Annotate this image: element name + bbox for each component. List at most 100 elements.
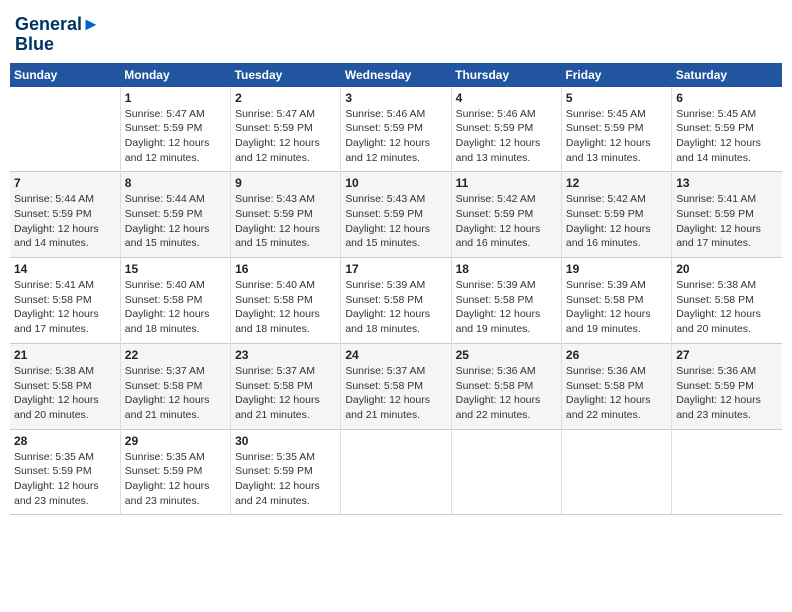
day-info: Sunrise: 5:46 AM Sunset: 5:59 PM Dayligh… (456, 107, 557, 166)
calendar-cell (672, 429, 782, 515)
day-number: 11 (456, 176, 557, 190)
logo-text: General►Blue (15, 15, 100, 55)
day-info: Sunrise: 5:42 AM Sunset: 5:59 PM Dayligh… (566, 192, 667, 251)
day-number: 30 (235, 434, 336, 448)
calendar-cell: 5 Sunrise: 5:45 AM Sunset: 5:59 PM Daylig… (561, 87, 671, 172)
calendar-cell: 16 Sunrise: 5:40 AM Sunset: 5:58 PM Dayli… (231, 258, 341, 344)
day-info: Sunrise: 5:39 AM Sunset: 5:58 PM Dayligh… (456, 278, 557, 337)
day-number: 23 (235, 348, 336, 362)
calendar-cell: 10 Sunrise: 5:43 AM Sunset: 5:59 PM Dayli… (341, 172, 451, 258)
day-number: 1 (125, 91, 226, 105)
calendar-cell: 6 Sunrise: 5:45 AM Sunset: 5:59 PM Daylig… (672, 87, 782, 172)
calendar-cell: 1 Sunrise: 5:47 AM Sunset: 5:59 PM Daylig… (120, 87, 230, 172)
day-number: 10 (345, 176, 446, 190)
day-info: Sunrise: 5:40 AM Sunset: 5:58 PM Dayligh… (235, 278, 336, 337)
day-info: Sunrise: 5:35 AM Sunset: 5:59 PM Dayligh… (14, 450, 116, 509)
calendar-cell: 8Sunrise: 5:44 AM Sunset: 5:59 PM Daylig… (120, 172, 230, 258)
calendar-cell: 7 Sunrise: 5:44 AM Sunset: 5:59 PM Daylig… (10, 172, 120, 258)
day-info: Sunrise: 5:39 AM Sunset: 5:58 PM Dayligh… (345, 278, 446, 337)
calendar-cell: 3Sunrise: 5:46 AM Sunset: 5:59 PM Daylig… (341, 87, 451, 172)
calendar-cell: 23 Sunrise: 5:37 AM Sunset: 5:58 PM Dayli… (231, 343, 341, 429)
column-header-tuesday: Tuesday (231, 63, 341, 87)
week-row-2: 7 Sunrise: 5:44 AM Sunset: 5:59 PM Daylig… (10, 172, 782, 258)
calendar-cell: 9 Sunrise: 5:43 AM Sunset: 5:59 PM Daylig… (231, 172, 341, 258)
day-info: Sunrise: 5:47 AM Sunset: 5:59 PM Dayligh… (125, 107, 226, 166)
day-info: Sunrise: 5:45 AM Sunset: 5:59 PM Dayligh… (566, 107, 667, 166)
day-number: 6 (676, 91, 778, 105)
calendar-cell: 12 Sunrise: 5:42 AM Sunset: 5:59 PM Dayli… (561, 172, 671, 258)
calendar-cell: 2 Sunrise: 5:47 AM Sunset: 5:59 PM Daylig… (231, 87, 341, 172)
day-info: Sunrise: 5:42 AM Sunset: 5:59 PM Dayligh… (456, 192, 557, 251)
calendar-cell: 29Sunrise: 5:35 AM Sunset: 5:59 PM Dayli… (120, 429, 230, 515)
column-header-saturday: Saturday (672, 63, 782, 87)
calendar-cell: 28 Sunrise: 5:35 AM Sunset: 5:59 PM Dayli… (10, 429, 120, 515)
column-header-thursday: Thursday (451, 63, 561, 87)
calendar-cell: 24 Sunrise: 5:37 AM Sunset: 5:58 PM Dayli… (341, 343, 451, 429)
day-info: Sunrise: 5:36 AM Sunset: 5:58 PM Dayligh… (566, 364, 667, 423)
calendar-cell: 11 Sunrise: 5:42 AM Sunset: 5:59 PM Dayli… (451, 172, 561, 258)
calendar-cell: 4 Sunrise: 5:46 AM Sunset: 5:59 PM Daylig… (451, 87, 561, 172)
column-header-sunday: Sunday (10, 63, 120, 87)
day-number: 29 (125, 434, 226, 448)
calendar-table: SundayMondayTuesdayWednesdayThursdayFrid… (10, 63, 782, 516)
day-number: 25 (456, 348, 557, 362)
day-number: 26 (566, 348, 667, 362)
day-info: Sunrise: 5:41 AM Sunset: 5:59 PM Dayligh… (676, 192, 778, 251)
calendar-cell: 21 Sunrise: 5:38 AM Sunset: 5:58 PM Dayli… (10, 343, 120, 429)
day-number: 22 (125, 348, 226, 362)
day-info: Sunrise: 5:41 AM Sunset: 5:58 PM Dayligh… (14, 278, 116, 337)
calendar-cell: 19Sunrise: 5:39 AM Sunset: 5:58 PM Dayli… (561, 258, 671, 344)
day-info: Sunrise: 5:40 AM Sunset: 5:58 PM Dayligh… (125, 278, 226, 337)
day-number: 16 (235, 262, 336, 276)
calendar-cell: 27 Sunrise: 5:36 AM Sunset: 5:59 PM Dayli… (672, 343, 782, 429)
day-number: 7 (14, 176, 116, 190)
day-info: Sunrise: 5:39 AM Sunset: 5:58 PM Dayligh… (566, 278, 667, 337)
day-info: Sunrise: 5:44 AM Sunset: 5:59 PM Dayligh… (125, 192, 226, 251)
day-number: 4 (456, 91, 557, 105)
day-number: 3 (345, 91, 446, 105)
week-row-3: 14Sunrise: 5:41 AM Sunset: 5:58 PM Dayli… (10, 258, 782, 344)
calendar-cell (451, 429, 561, 515)
day-number: 27 (676, 348, 778, 362)
page-header: General►Blue (10, 10, 782, 55)
calendar-cell: 30 Sunrise: 5:35 AM Sunset: 5:59 PM Dayli… (231, 429, 341, 515)
calendar-cell (341, 429, 451, 515)
calendar-cell: 25 Sunrise: 5:36 AM Sunset: 5:58 PM Dayli… (451, 343, 561, 429)
day-info: Sunrise: 5:37 AM Sunset: 5:58 PM Dayligh… (345, 364, 446, 423)
calendar-cell: 13 Sunrise: 5:41 AM Sunset: 5:59 PM Dayli… (672, 172, 782, 258)
day-number: 2 (235, 91, 336, 105)
calendar-cell: 15 Sunrise: 5:40 AM Sunset: 5:58 PM Dayli… (120, 258, 230, 344)
day-info: Sunrise: 5:35 AM Sunset: 5:59 PM Dayligh… (235, 450, 336, 509)
day-info: Sunrise: 5:44 AM Sunset: 5:59 PM Dayligh… (14, 192, 116, 251)
day-number: 18 (456, 262, 557, 276)
day-info: Sunrise: 5:36 AM Sunset: 5:59 PM Dayligh… (676, 364, 778, 423)
day-info: Sunrise: 5:38 AM Sunset: 5:58 PM Dayligh… (14, 364, 116, 423)
day-info: Sunrise: 5:37 AM Sunset: 5:58 PM Dayligh… (125, 364, 226, 423)
week-row-1: 1 Sunrise: 5:47 AM Sunset: 5:59 PM Daylig… (10, 87, 782, 172)
day-number: 13 (676, 176, 778, 190)
day-number: 28 (14, 434, 116, 448)
calendar-header-row: SundayMondayTuesdayWednesdayThursdayFrid… (10, 63, 782, 87)
column-header-monday: Monday (120, 63, 230, 87)
day-number: 9 (235, 176, 336, 190)
day-number: 15 (125, 262, 226, 276)
day-number: 21 (14, 348, 116, 362)
day-info: Sunrise: 5:38 AM Sunset: 5:58 PM Dayligh… (676, 278, 778, 337)
day-number: 24 (345, 348, 446, 362)
day-info: Sunrise: 5:45 AM Sunset: 5:59 PM Dayligh… (676, 107, 778, 166)
day-info: Sunrise: 5:37 AM Sunset: 5:58 PM Dayligh… (235, 364, 336, 423)
column-header-wednesday: Wednesday (341, 63, 451, 87)
day-info: Sunrise: 5:47 AM Sunset: 5:59 PM Dayligh… (235, 107, 336, 166)
calendar-cell: 18 Sunrise: 5:39 AM Sunset: 5:58 PM Dayli… (451, 258, 561, 344)
week-row-4: 21 Sunrise: 5:38 AM Sunset: 5:58 PM Dayli… (10, 343, 782, 429)
day-number: 17 (345, 262, 446, 276)
day-info: Sunrise: 5:36 AM Sunset: 5:58 PM Dayligh… (456, 364, 557, 423)
calendar-cell: 22 Sunrise: 5:37 AM Sunset: 5:58 PM Dayli… (120, 343, 230, 429)
calendar-cell: 20Sunrise: 5:38 AM Sunset: 5:58 PM Dayli… (672, 258, 782, 344)
calendar-cell (561, 429, 671, 515)
day-number: 5 (566, 91, 667, 105)
calendar-cell: 26 Sunrise: 5:36 AM Sunset: 5:58 PM Dayli… (561, 343, 671, 429)
day-info: Sunrise: 5:43 AM Sunset: 5:59 PM Dayligh… (235, 192, 336, 251)
day-info: Sunrise: 5:43 AM Sunset: 5:59 PM Dayligh… (345, 192, 446, 251)
day-number: 12 (566, 176, 667, 190)
